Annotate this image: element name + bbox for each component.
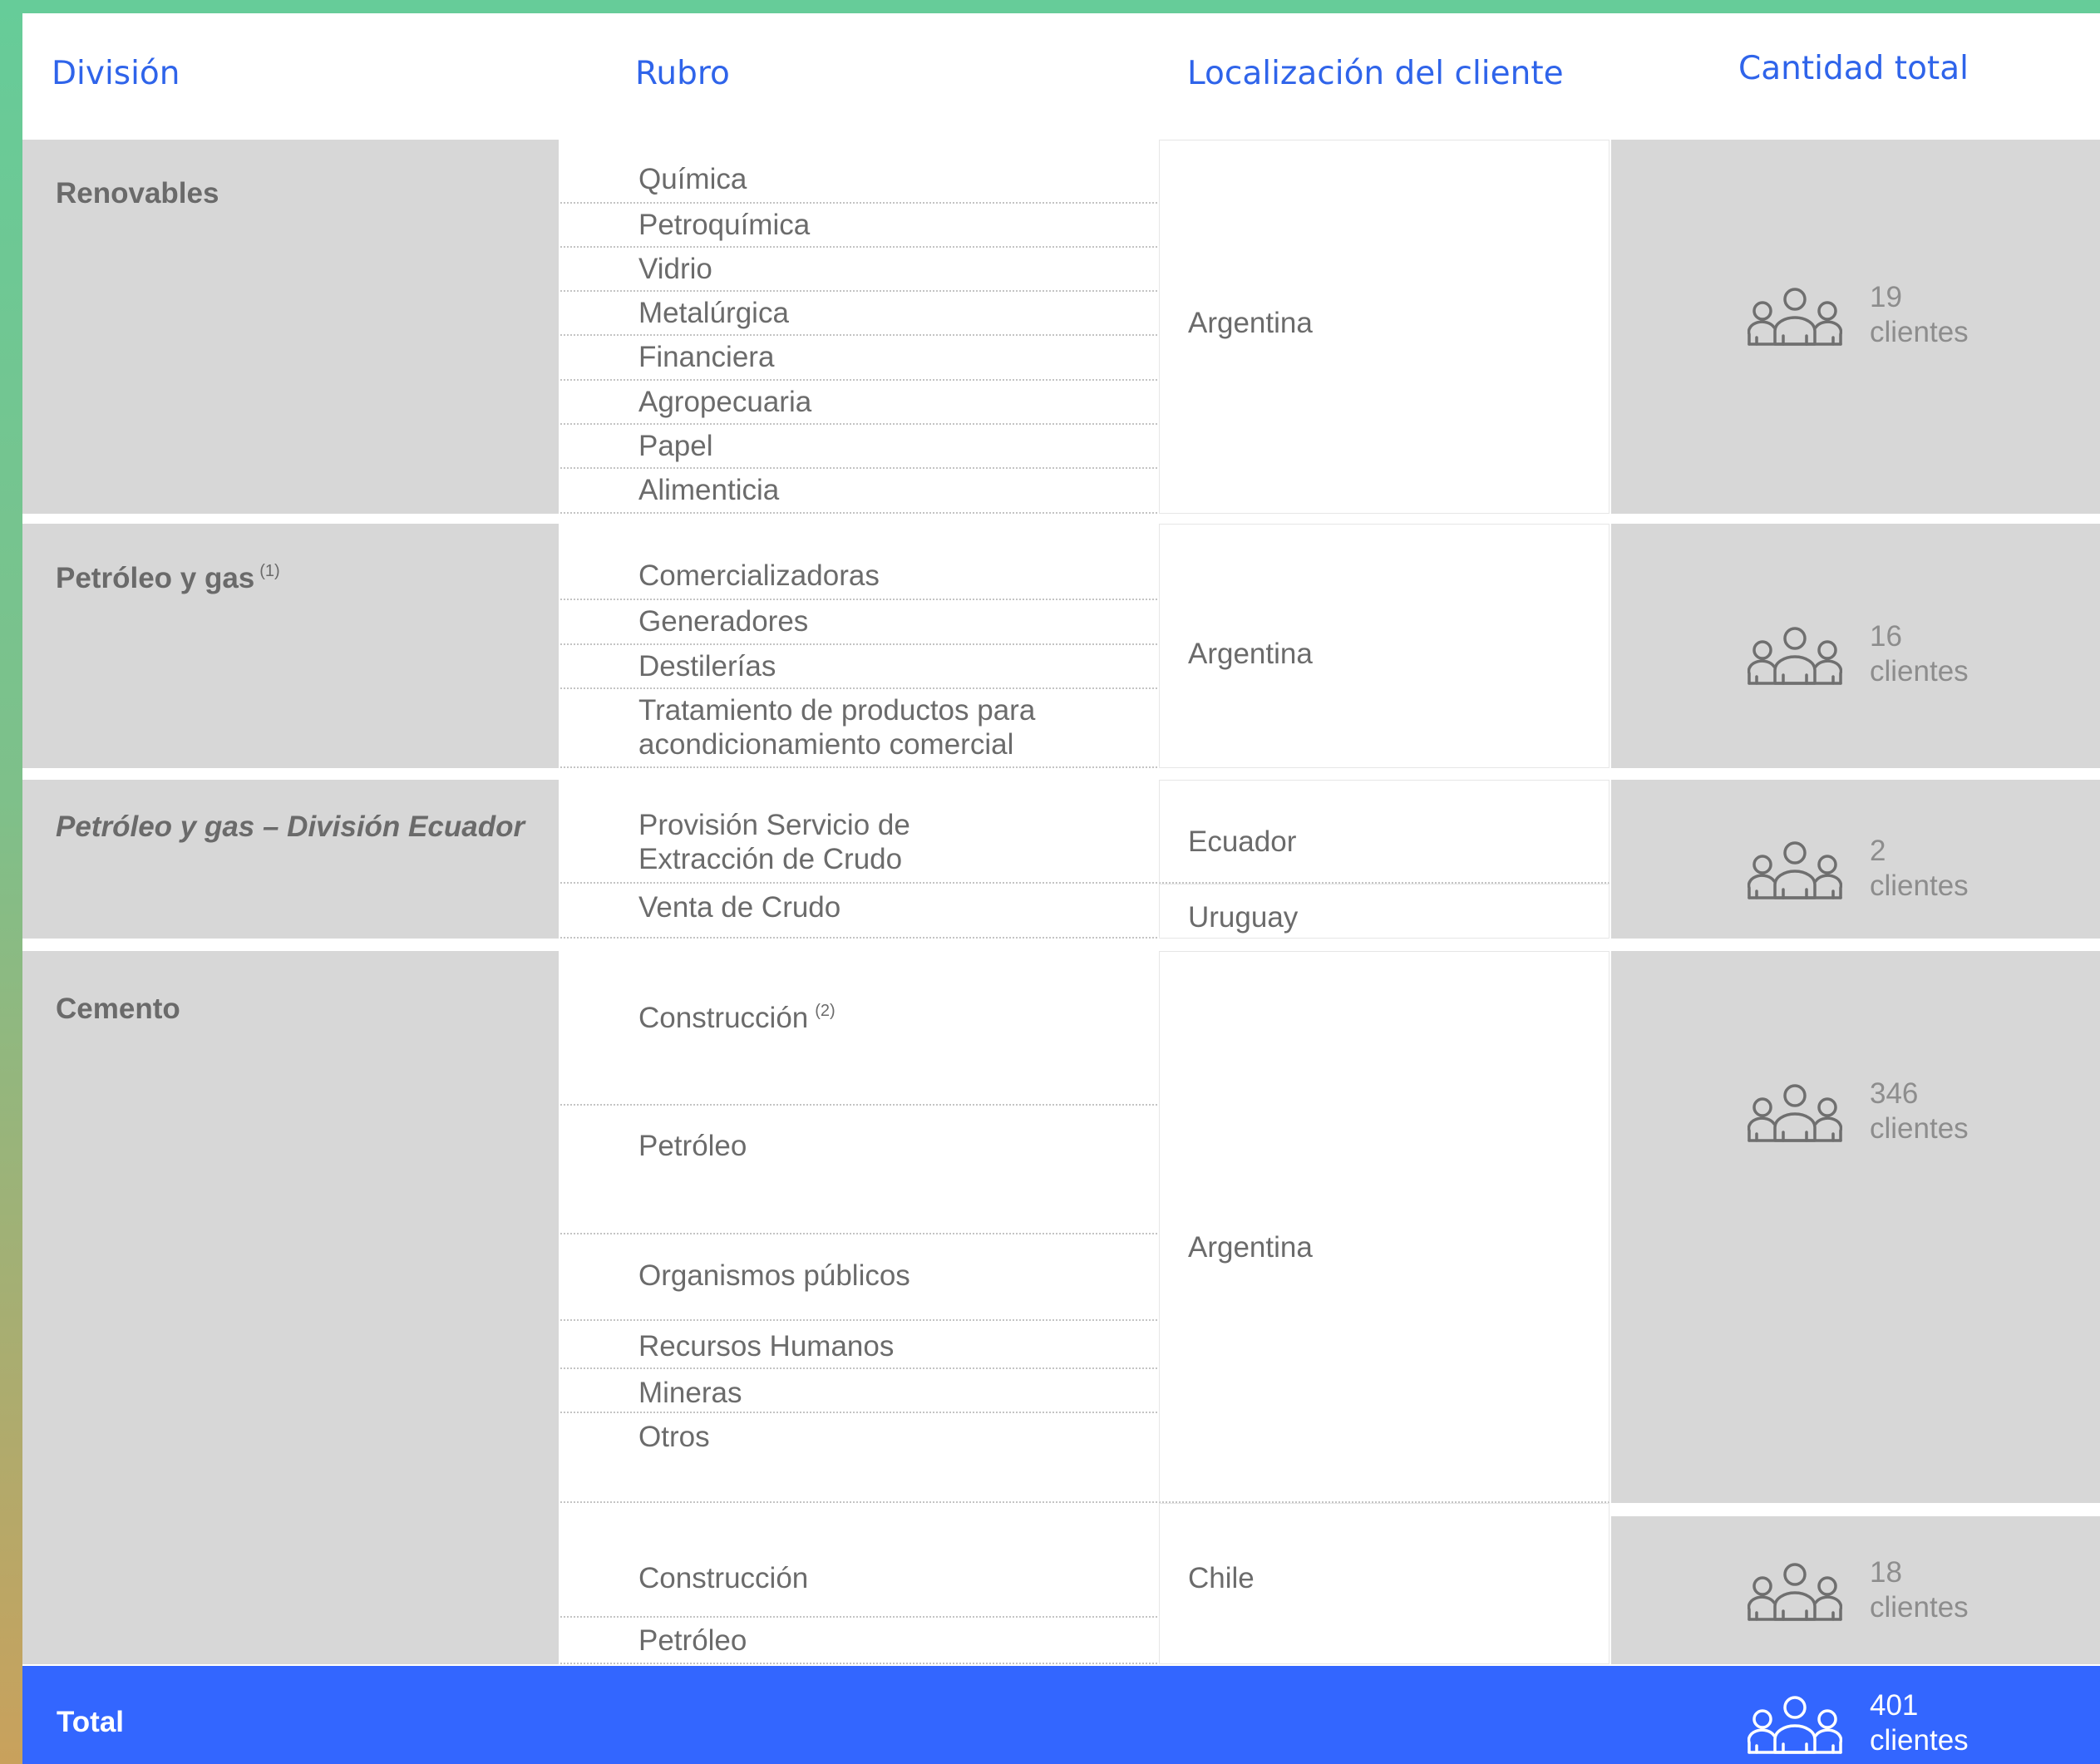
people-group-icon: [1748, 1084, 1842, 1142]
total-label: Total: [57, 1706, 125, 1738]
header-rubro: Rubro: [635, 55, 730, 92]
rubro-item: Vidrio: [560, 248, 1157, 292]
location-cell-cemento-argentina: Argentina: [1159, 951, 1610, 1503]
rubro-item: Comercializadoras: [560, 559, 1157, 600]
division-cell-ecuador: Petróleo y gas – División Ecuador: [22, 780, 559, 939]
location-cell-ecuador: Ecuador: [1159, 780, 1610, 884]
rubro-item: Generadores: [560, 600, 1157, 645]
division-label: Petróleo y gas – División Ecuador: [56, 811, 525, 843]
rubro-item: Mineras: [560, 1369, 1157, 1413]
count-label: clientes: [1870, 870, 1969, 902]
count-number: 346: [1870, 1077, 1919, 1110]
rubro-item: Construcción: [560, 1503, 1157, 1618]
rubro-item: Financiera: [560, 336, 1157, 381]
rubro-item: Construcción (2): [560, 994, 1157, 1106]
division-label: Renovables: [56, 177, 219, 209]
count-cell-ecuador: 2 clientes: [1611, 780, 2100, 939]
people-group-icon: [1748, 1696, 1842, 1754]
rubro-item: Petroquímica: [560, 204, 1157, 248]
location-cell-renovables: Argentina: [1159, 140, 1610, 514]
total-row: Total 401 clientes: [22, 1666, 2100, 1764]
count-number: 16: [1870, 620, 1902, 653]
division-cell-cemento: Cemento: [22, 951, 559, 1664]
rubro-item: Provisión Servicio de Extracción de Crud…: [560, 808, 1157, 884]
rubro-item: Petróleo: [560, 1106, 1157, 1234]
footnote-mark: (2): [815, 1002, 836, 1020]
header-division: División: [52, 55, 180, 92]
clients-table: División Rubro Localización del cliente …: [22, 13, 2100, 1764]
rubro-item: Alimenticia: [560, 469, 1157, 514]
count-cell-cemento-argentina: 346 clientes: [1611, 951, 2100, 1503]
location-label: Argentina: [1188, 1231, 1313, 1264]
people-group-icon: [1748, 627, 1842, 685]
rubro-list-renovables: Química Petroquímica Vidrio Metalúrgica …: [560, 140, 1157, 514]
rubro-item: Destilerías: [560, 645, 1157, 689]
total-count-label: clientes: [1870, 1724, 1969, 1757]
count-label: clientes: [1870, 655, 1969, 687]
division-label: Cemento: [56, 993, 180, 1025]
rubro-item: Agropecuaria: [560, 381, 1157, 425]
location-label: Argentina: [1188, 307, 1313, 339]
rubro-item: Metalúrgica: [560, 292, 1157, 336]
rubro-item: Otros: [560, 1413, 1157, 1503]
rubro-item: Recursos Humanos: [560, 1321, 1157, 1369]
people-group-icon: [1748, 1563, 1842, 1621]
rubro-item: Venta de Crudo: [560, 884, 1157, 939]
footnote-mark: (1): [259, 562, 280, 580]
location-cell-uruguay: Uruguay: [1159, 884, 1610, 939]
count-number: 18: [1870, 1556, 1902, 1589]
header-cantidad: Cantidad total: [1738, 50, 1969, 87]
total-count-number: 401: [1870, 1689, 1919, 1722]
rubro-item: Organismos públicos: [560, 1234, 1157, 1321]
rubro-item: Papel: [560, 425, 1157, 469]
people-group-icon: [1748, 841, 1842, 899]
count-cell-renovables: 19 clientes: [1611, 140, 2100, 514]
location-label: Uruguay: [1188, 901, 1299, 934]
count-number: 2: [1870, 835, 1886, 867]
count-cell-petroleo-gas: 16 clientes: [1611, 524, 2100, 768]
location-cell-petroleo-gas: Argentina: [1159, 524, 1610, 768]
location-label: Ecuador: [1188, 825, 1297, 858]
count-label: clientes: [1870, 1591, 1969, 1624]
count-cell-cemento-chile: 18 clientes: [1611, 1516, 2100, 1664]
rubro-list-petroleo-gas: Comercializadoras Generadores Destilería…: [560, 524, 1157, 768]
count-label: clientes: [1870, 1112, 1969, 1145]
count-number: 19: [1870, 281, 1902, 313]
header-localizacion: Localización del cliente: [1187, 55, 1564, 92]
count-label: clientes: [1870, 316, 1969, 348]
location-cell-cemento-chile: Chile: [1159, 1503, 1610, 1664]
division-cell-petroleo-gas: Petróleo y gas (1): [22, 524, 559, 768]
rubro-item: Tratamiento de productos para acondicion…: [560, 689, 1157, 768]
division-cell-renovables: Renovables: [22, 140, 559, 514]
rubro-item: Petróleo: [560, 1618, 1157, 1664]
location-label: Chile: [1188, 1562, 1255, 1594]
division-label: Petróleo y gas (1): [56, 562, 280, 594]
rubro-list-ecuador: Provisión Servicio de Extracción de Crud…: [560, 780, 1157, 939]
location-label: Argentina: [1188, 638, 1313, 670]
rubro-item: Química: [560, 162, 1157, 204]
people-group-icon: [1748, 288, 1842, 346]
rubro-list-cemento: Construcción (2) Petróleo Organismos públ…: [560, 951, 1157, 1664]
